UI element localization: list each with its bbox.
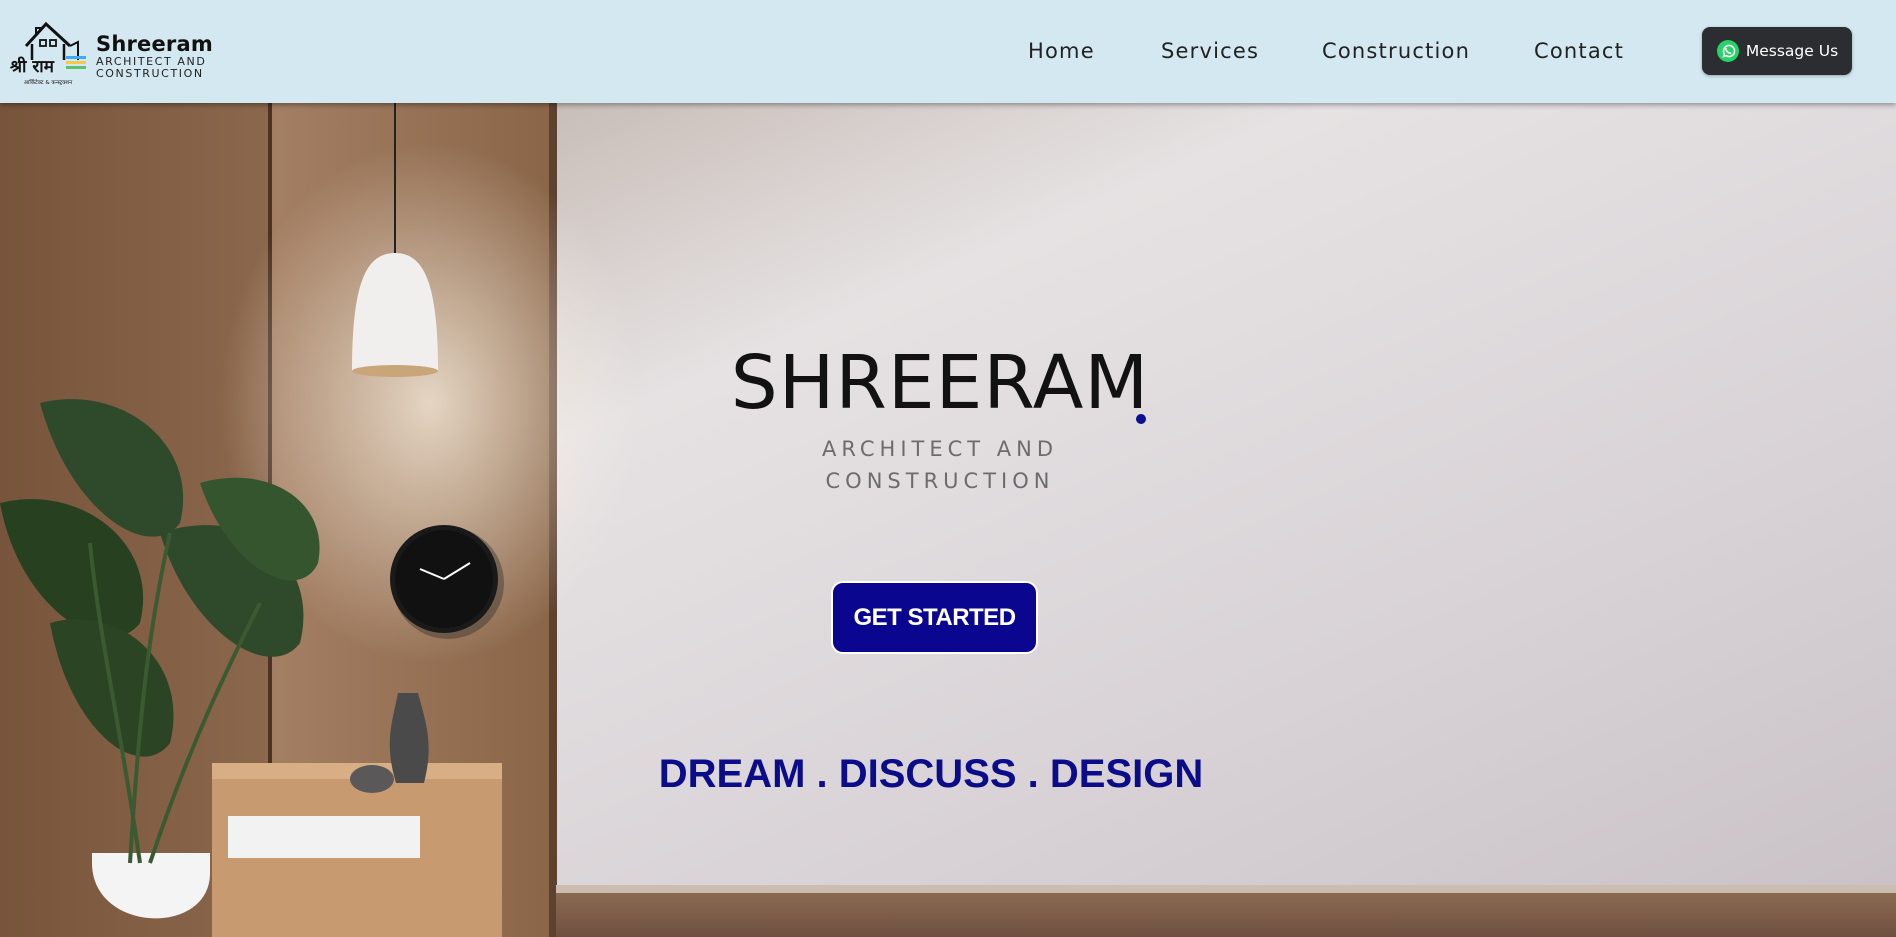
main-nav: Home Services Construction Contact bbox=[0, 36, 1896, 66]
hero-tagline: DREAM . DISCUSS . DESIGN bbox=[658, 752, 1204, 796]
brand-sub-line2: CONSTRUCTION bbox=[96, 67, 204, 80]
logo-mark-subtext: आर्किटेक्ट & कन्स्ट्रक्शन bbox=[24, 79, 73, 86]
title-dot bbox=[1136, 414, 1146, 424]
whatsapp-icon bbox=[1716, 40, 1739, 62]
hero-subtitle: ARCHITECT AND CONSTRUCTION bbox=[740, 433, 1140, 497]
nav-services[interactable]: Services bbox=[1161, 36, 1259, 66]
site-header: श्री राम आर्किटेक्ट & कन्स्ट्रक्शन Shree… bbox=[0, 0, 1896, 103]
nav-contact[interactable]: Contact bbox=[1534, 36, 1624, 66]
message-us-label: Message Us bbox=[1745, 42, 1839, 60]
message-us-button[interactable]: Message Us bbox=[1702, 27, 1852, 75]
nav-home[interactable]: Home bbox=[1028, 36, 1095, 66]
hero-section: SHREERAM ARCHITECT AND CONSTRUCTION GET … bbox=[0, 103, 1896, 937]
hero-subtitle-line1: ARCHITECT AND bbox=[821, 437, 1059, 461]
hero-title: SHREERAM bbox=[730, 340, 1150, 426]
get-started-button[interactable]: GET STARTED bbox=[831, 581, 1038, 654]
hero-subtitle-line2: CONSTRUCTION bbox=[825, 469, 1055, 493]
hero-background-image bbox=[0, 103, 1896, 937]
nav-construction[interactable]: Construction bbox=[1322, 36, 1470, 66]
